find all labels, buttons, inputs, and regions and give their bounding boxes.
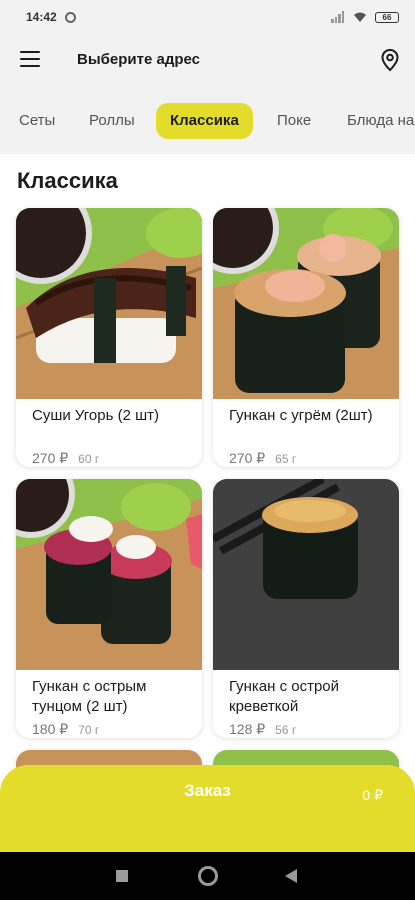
tab-rolls[interactable]: Роллы <box>75 103 149 139</box>
product-image <box>16 479 202 670</box>
product-meta: 128 ₽ 56 г <box>229 721 296 738</box>
product-price: 270 ₽ <box>229 450 266 466</box>
tab-poke[interactable]: Поке <box>263 103 325 139</box>
product-price: 180 ₽ <box>32 721 69 737</box>
product-card[interactable]: Суши Угорь (2 шт) 270 ₽ 60 г <box>16 208 202 467</box>
product-card[interactable]: Гункан с угрём (2шт) 270 ₽ 65 г <box>213 208 399 467</box>
wifi-icon <box>354 12 366 22</box>
order-button[interactable]: Заказ 0 ₽ <box>0 765 415 855</box>
app-header: Выберите адрес <box>0 34 415 88</box>
status-icons: 66 <box>331 11 399 23</box>
product-name: Суши Угорь (2 шт) <box>32 407 159 424</box>
status-time: 14:42 <box>26 10 57 24</box>
product-meta: 270 ₽ 65 г <box>229 450 296 467</box>
product-card[interactable]: Гункан с острым тунцом (2 шт) 180 ₽ 70 г <box>16 479 202 738</box>
category-tabs: Сеты Роллы Классика Поке Блюда на <box>0 100 415 144</box>
product-price: 128 ₽ <box>229 721 266 737</box>
section-title: Классика <box>17 168 118 193</box>
battery-icon: 66 <box>375 11 399 23</box>
recents-icon[interactable] <box>116 870 128 882</box>
settings-status-icon <box>64 11 76 23</box>
product-weight: 65 г <box>275 452 297 466</box>
system-nav-bar <box>0 852 415 900</box>
product-name: Гункан с острым тунцом (2 шт) <box>32 678 147 715</box>
product-weight: 56 г <box>275 723 297 737</box>
home-icon[interactable] <box>198 866 218 886</box>
status-bar: 14:42 66 <box>0 0 415 34</box>
product-image <box>213 208 399 399</box>
product-name: Гункан с угрём (2шт) <box>229 407 373 424</box>
product-weight: 60 г <box>78 452 100 466</box>
product-meta: 270 ₽ 60 г <box>32 450 99 467</box>
product-meta: 180 ₽ 70 г <box>32 721 99 738</box>
product-name: Гункан с острой креветкой <box>229 678 340 715</box>
tab-dishes[interactable]: Блюда на <box>333 103 415 139</box>
address-selector[interactable]: Выберите адрес <box>77 51 200 68</box>
signal-icon <box>331 11 345 23</box>
product-image <box>213 479 399 670</box>
location-pin-icon[interactable] <box>380 48 400 72</box>
product-image <box>16 208 202 399</box>
product-list: Классика Суши Угорь (2 шт) 270 ₽ 60 г Гун… <box>0 154 415 854</box>
menu-icon[interactable] <box>20 51 40 67</box>
product-price: 270 ₽ <box>32 450 69 466</box>
product-card[interactable]: Гункан с острой креветкой 128 ₽ 56 г <box>213 479 399 738</box>
order-label: Заказ <box>184 781 231 800</box>
tab-classic[interactable]: Классика <box>156 103 253 139</box>
product-weight: 70 г <box>78 723 100 737</box>
tab-sets[interactable]: Сеты <box>5 103 69 139</box>
back-icon[interactable] <box>284 868 298 884</box>
order-sum: 0 ₽ <box>362 787 383 803</box>
